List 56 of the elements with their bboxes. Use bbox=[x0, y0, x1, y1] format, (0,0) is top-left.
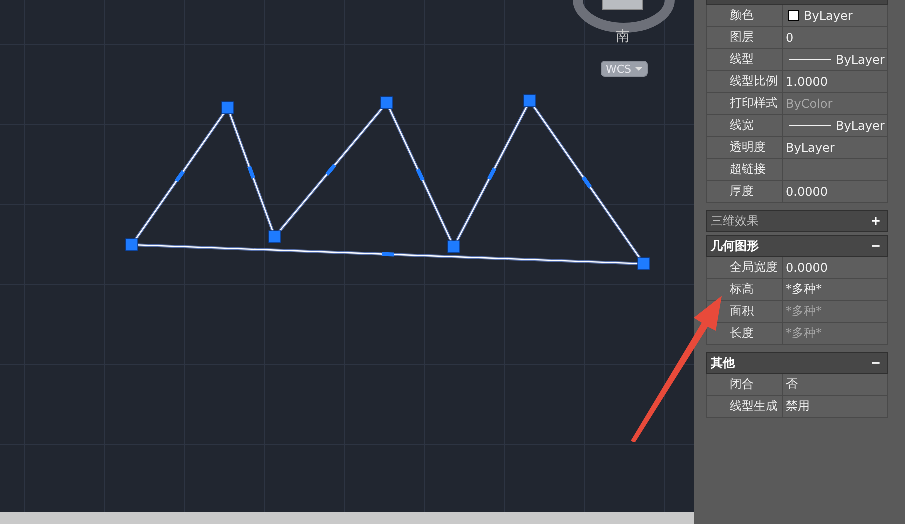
property-value[interactable]: *多种* bbox=[783, 279, 888, 300]
value-text: *多种* bbox=[786, 325, 822, 342]
section-title: 三维效果 bbox=[711, 212, 759, 230]
property-label: 超链接 bbox=[706, 159, 783, 180]
property-value[interactable]: 0 bbox=[783, 27, 888, 48]
property-value[interactable]: ByLayer bbox=[783, 137, 888, 158]
property-label: 透明度 bbox=[706, 137, 783, 158]
scroll-bar[interactable] bbox=[0, 512, 694, 524]
value-text: *多种* bbox=[786, 303, 822, 320]
toggle-icon[interactable]: − bbox=[870, 239, 881, 253]
caret-icon bbox=[634, 67, 643, 71]
value-text: ByLayer bbox=[836, 52, 885, 66]
value-text: 0.0000 bbox=[786, 184, 828, 198]
property-label: 打印样式 bbox=[706, 93, 783, 114]
section-title: 几何图形 bbox=[711, 238, 759, 254]
toggle-icon[interactable]: + bbox=[870, 214, 881, 228]
color-swatch-icon bbox=[788, 10, 799, 21]
value-text: 0.0000 bbox=[786, 260, 828, 274]
value-text: 0 bbox=[786, 30, 794, 44]
property-value[interactable]: ByLayer bbox=[783, 5, 888, 26]
property-label: 线型 bbox=[706, 49, 783, 70]
value-text: ByLayer bbox=[836, 118, 885, 132]
property-value[interactable]: 0.0000 bbox=[783, 181, 888, 202]
property-label: 图层 bbox=[706, 27, 783, 48]
property-value[interactable]: ByLayer bbox=[783, 115, 888, 136]
compass-direction: 南 bbox=[616, 28, 630, 46]
section-header[interactable]: 几何图形 − bbox=[706, 235, 888, 257]
selected-polyline[interactable] bbox=[126, 94, 650, 270]
property-value[interactable]: 禁用 bbox=[783, 396, 888, 417]
value-text: *多种* bbox=[786, 281, 822, 298]
value-text: ByColor bbox=[786, 96, 833, 110]
property-label: 闭合 bbox=[706, 374, 783, 395]
viewcube-face[interactable] bbox=[602, 0, 644, 10]
line-sample-icon bbox=[789, 125, 831, 126]
value-text: ByLayer bbox=[804, 8, 853, 22]
value-text: ByLayer bbox=[786, 140, 835, 154]
property-label: 线宽 bbox=[706, 115, 783, 136]
property-value[interactable]: 0.0000 bbox=[783, 257, 888, 278]
property-value[interactable]: 1.0000 bbox=[783, 71, 888, 92]
property-label: 全局宽度 bbox=[706, 257, 783, 278]
property-label: 线型比例 bbox=[706, 71, 783, 92]
property-label: 颜色 bbox=[706, 5, 783, 26]
drawing-canvas[interactable]: 南 WCS bbox=[0, 0, 694, 512]
section-header[interactable]: 其他 − bbox=[706, 352, 888, 374]
line-sample-icon bbox=[789, 59, 831, 60]
section-title: 其他 bbox=[711, 354, 735, 372]
section-header[interactable] bbox=[706, 0, 888, 5]
property-label: 厚度 bbox=[706, 181, 783, 202]
property-value[interactable]: 否 bbox=[783, 374, 888, 395]
value-text: 否 bbox=[786, 376, 798, 393]
value-text: 禁用 bbox=[786, 398, 810, 415]
property-value[interactable]: ByLayer bbox=[783, 49, 888, 70]
toggle-icon[interactable]: − bbox=[870, 356, 881, 370]
property-label: 线型生成 bbox=[706, 396, 783, 417]
section-header[interactable]: 三维效果 + bbox=[706, 210, 888, 232]
value-text: 1.0000 bbox=[786, 74, 828, 88]
